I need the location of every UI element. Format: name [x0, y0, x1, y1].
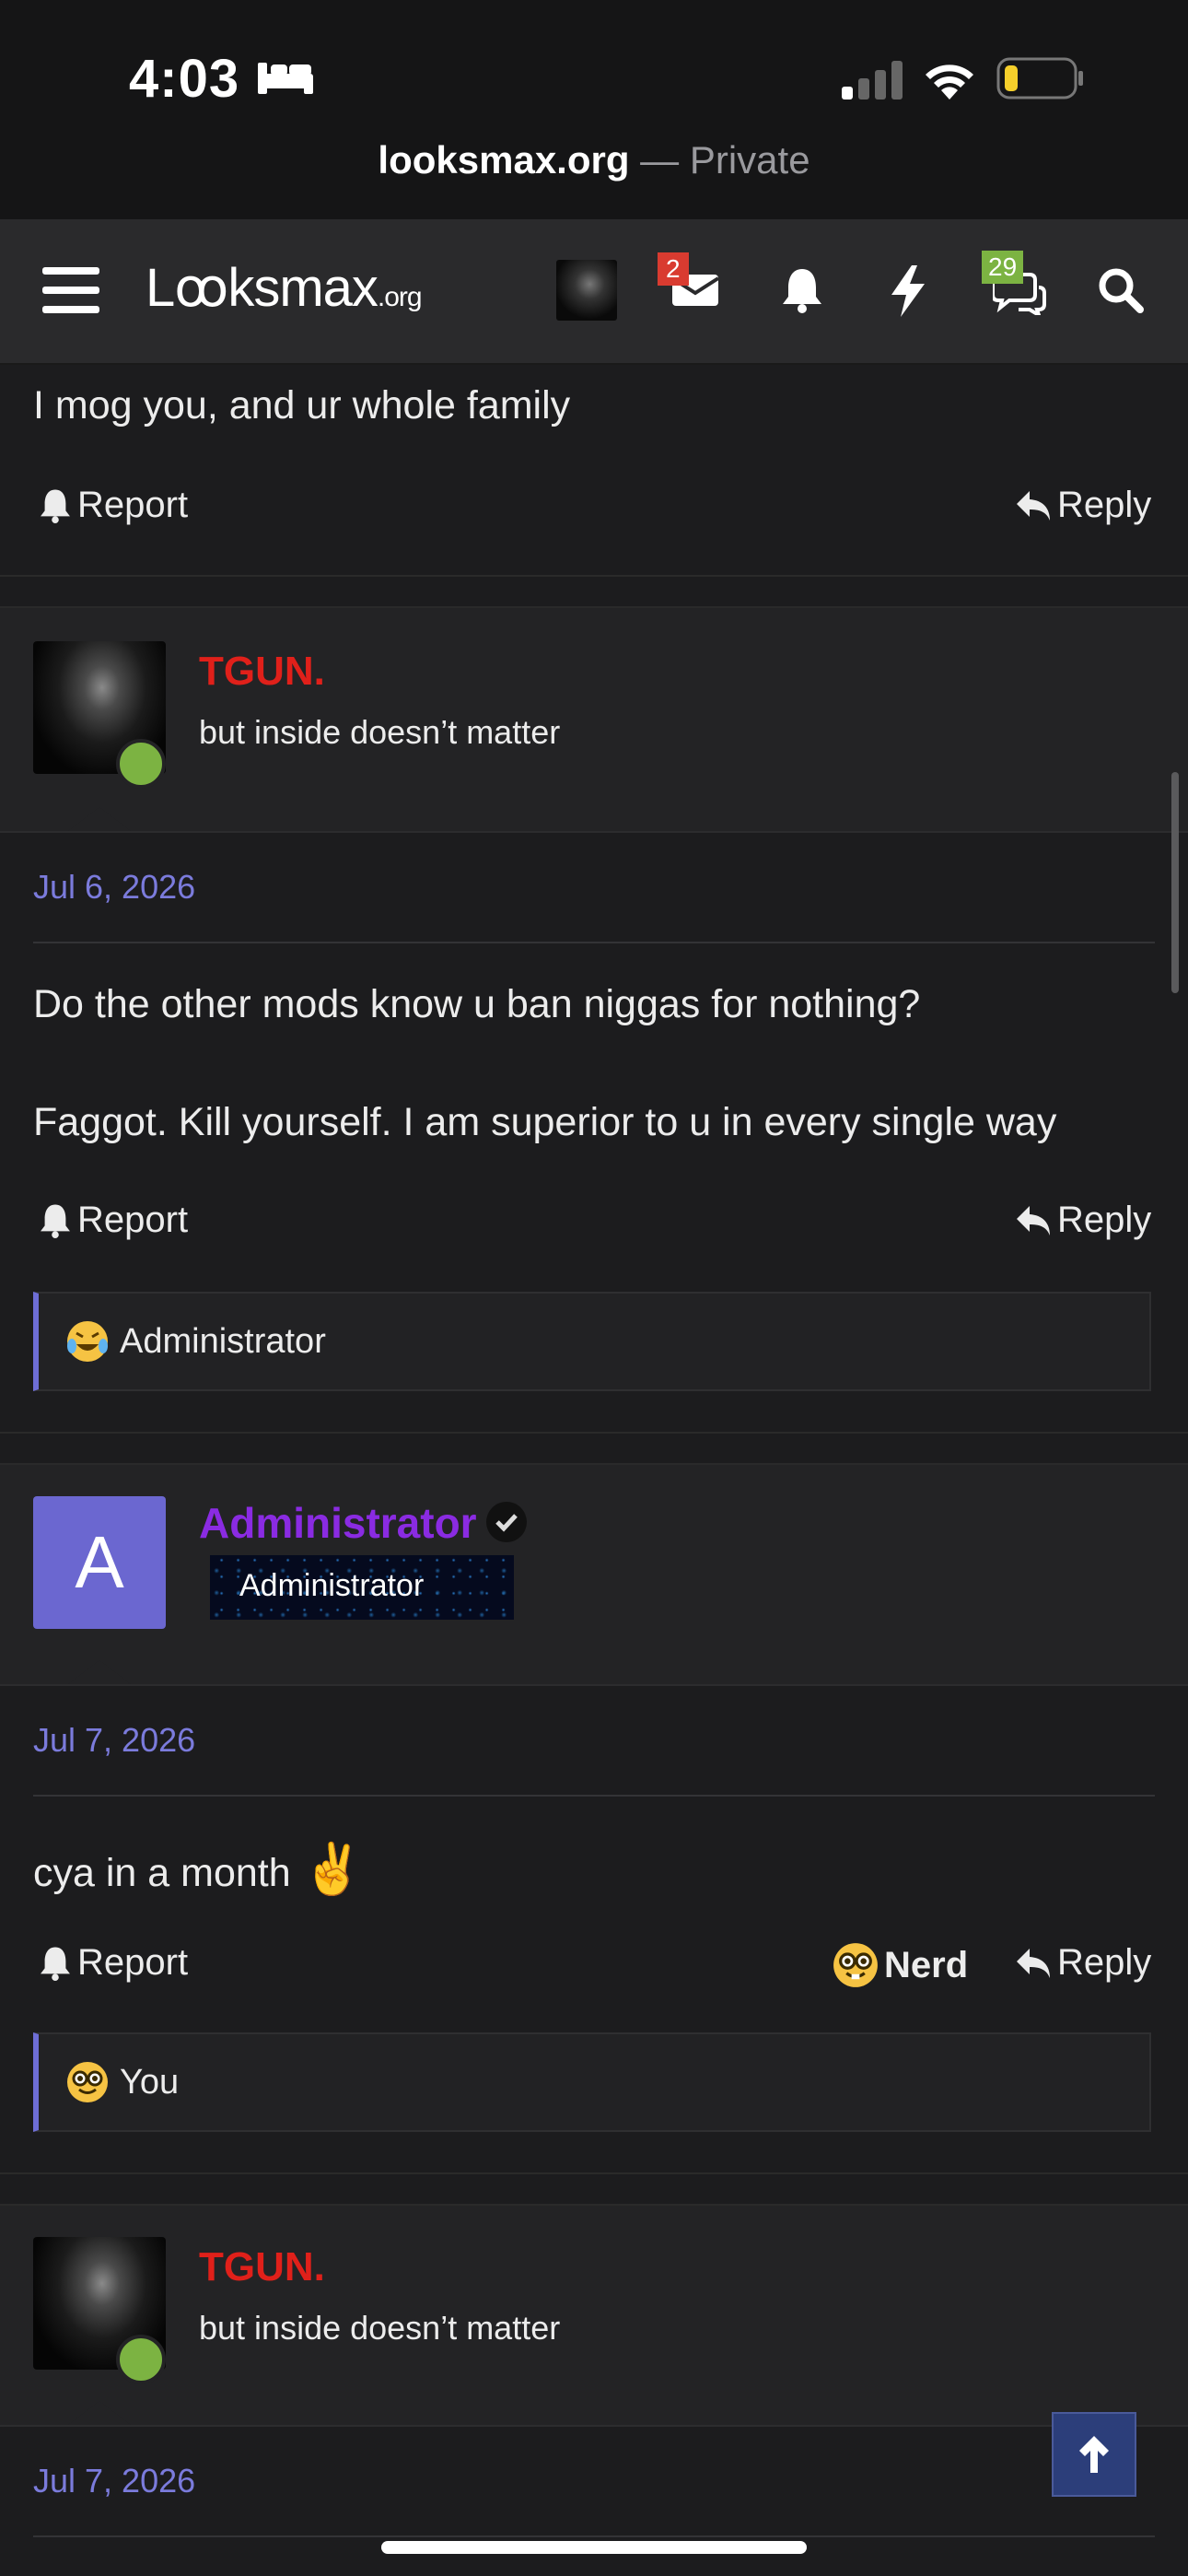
url-domain: looksmax.org: [378, 138, 630, 181]
reply-label: Reply: [1057, 1200, 1152, 1240]
post-date[interactable]: Jul 7, 2026: [33, 1721, 195, 1760]
cellular-signal-icon: [842, 61, 903, 100]
verified-badge-icon: [486, 1502, 527, 1542]
username[interactable]: TGUN.: [199, 2244, 325, 2290]
nerd-face-emoji-icon: [833, 1943, 878, 1987]
account-avatar[interactable]: [556, 260, 617, 321]
reaction-users[interactable]: Administrator: [120, 1322, 326, 1362]
battery-low-icon: [996, 57, 1083, 100]
report-button[interactable]: Report: [39, 1200, 188, 1241]
reply-arrow-icon: [1017, 490, 1050, 521]
bell-icon: [41, 489, 70, 523]
post-separator: [0, 1432, 1188, 1465]
clock: 4:03: [129, 49, 240, 109]
user-title: but inside doesn’t matter: [199, 713, 561, 751]
user-header-tail: [68, 2401, 131, 2425]
search-icon[interactable]: [1098, 267, 1144, 313]
report-label: Report: [77, 1942, 189, 1983]
post-message-line: Faggot. Kill yourself. I am superior to …: [33, 1100, 1057, 1144]
bell-icon: [41, 1947, 70, 1981]
scroll-to-top-button[interactable]: [1052, 2412, 1136, 2497]
user-banner: Administrator: [210, 1555, 514, 1620]
inbox-count-badge: 2: [658, 252, 689, 286]
wifi-icon: [926, 64, 973, 100]
private-label: — Private: [629, 138, 810, 181]
victory-hand-emoji: ✌️: [301, 1842, 364, 1897]
report-label: Report: [77, 1200, 189, 1240]
user-title: but inside doesn’t matter: [199, 2309, 561, 2347]
reply-arrow-icon: [1017, 1948, 1050, 1978]
online-indicator: [116, 739, 166, 789]
online-indicator: [116, 2335, 166, 2384]
divider: [33, 1795, 1155, 1797]
conversations-count-badge: 29: [982, 251, 1024, 284]
lightning-icon[interactable]: [890, 265, 926, 317]
reaction-button[interactable]: Nerd: [833, 1942, 968, 1988]
reply-label: Reply: [1057, 485, 1152, 525]
nerd-face-emoji-icon: [67, 2062, 108, 2102]
post-separator: [0, 2172, 1188, 2206]
post-user-header: A Administrator Administrator: [0, 1465, 1188, 1686]
username[interactable]: Administrator: [199, 1498, 477, 1548]
user-header-tail: [68, 1660, 131, 1684]
logo-text: Lꝏksmax: [146, 258, 379, 318]
site-logo[interactable]: Lꝏksmax.org: [146, 256, 423, 319]
reply-button[interactable]: Reply: [1015, 1942, 1151, 1984]
site-header: Lꝏksmax.org 2 29: [0, 219, 1188, 365]
scrollbar[interactable]: [1171, 772, 1179, 993]
logo-org: .org: [377, 282, 423, 312]
username[interactable]: TGUN.: [199, 649, 325, 695]
message-text: cya in a month: [33, 1851, 291, 1895]
bell-icon[interactable]: [781, 267, 823, 313]
user-avatar[interactable]: A: [33, 1496, 166, 1629]
post-date[interactable]: Jul 6, 2026: [33, 868, 195, 907]
reaction-users[interactable]: You: [120, 2063, 179, 2102]
divider: [33, 942, 1155, 943]
post-date[interactable]: Jul 7, 2026: [33, 2462, 195, 2500]
report-label: Report: [77, 485, 189, 525]
crying-laughing-emoji-icon: [67, 1321, 108, 1362]
hamburger-menu-icon[interactable]: [42, 265, 99, 315]
post-message-line: Do the other mods know u ban niggas for …: [33, 982, 921, 1026]
reply-arrow-icon: [1017, 1205, 1050, 1235]
arrow-up-icon: [1079, 2436, 1109, 2473]
browser-url-bar[interactable]: looksmax.org — Private: [0, 138, 1188, 219]
reaction-label: Nerd: [884, 1944, 969, 1985]
sleep-focus-icon: [258, 63, 313, 94]
post-user-header: TGUN. but inside doesn’t matter: [0, 2206, 1188, 2427]
report-button[interactable]: Report: [39, 1942, 188, 1984]
post-message-text: I mog you, and ur whole family: [33, 383, 571, 427]
reactions-bar[interactable]: Administrator: [33, 1292, 1151, 1391]
home-indicator[interactable]: [381, 2541, 807, 2554]
status-bar: 4:03: [0, 0, 1188, 138]
bell-icon: [41, 1204, 70, 1238]
post-message-text: cya in a month ✌️: [33, 1841, 364, 1899]
user-header-tail: [68, 807, 131, 831]
reply-button[interactable]: Reply: [1015, 1200, 1151, 1241]
post-user-header: TGUN. but inside doesn’t matter: [0, 608, 1188, 833]
reply-button[interactable]: Reply: [1015, 485, 1151, 526]
divider: [33, 2535, 1155, 2537]
reactions-bar[interactable]: You: [33, 2032, 1151, 2132]
post-separator: [0, 575, 1188, 608]
user-banner-label: Administrator: [239, 1568, 425, 1603]
reply-label: Reply: [1057, 1942, 1152, 1983]
report-button[interactable]: Report: [39, 485, 188, 526]
